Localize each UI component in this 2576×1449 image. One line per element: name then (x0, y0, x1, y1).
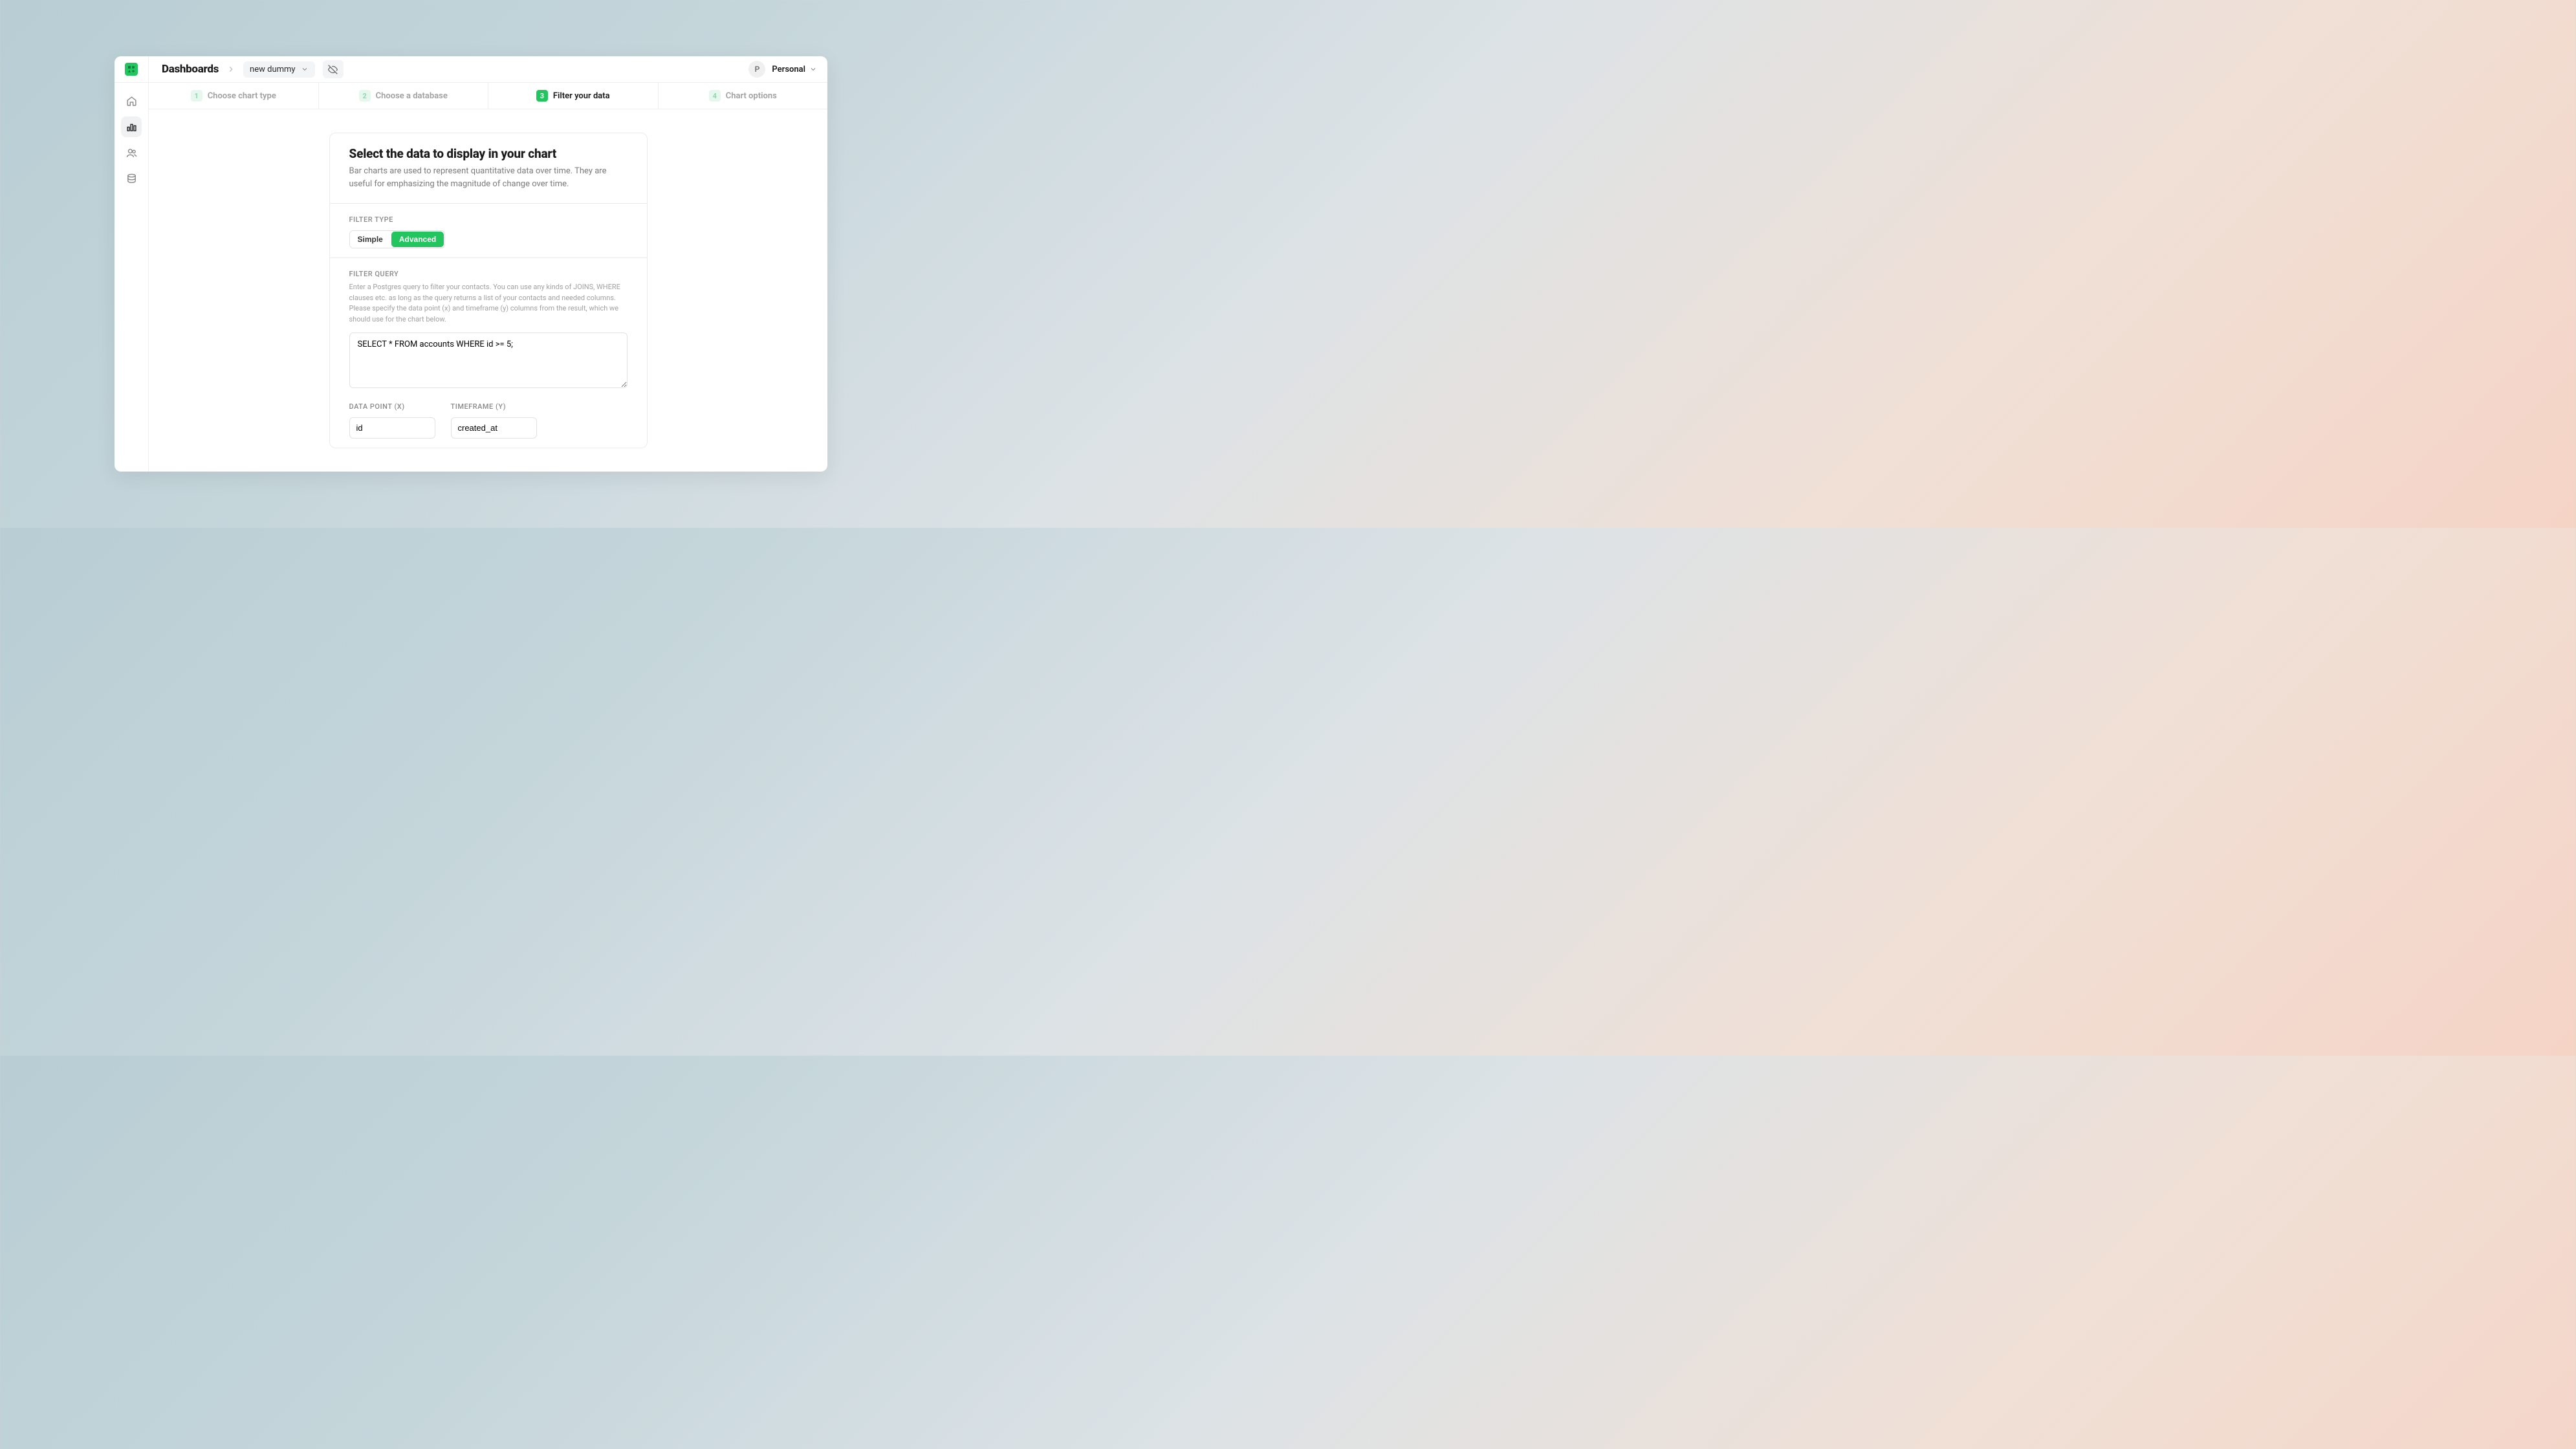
breadcrumb: Dashboards new dummy (149, 60, 344, 78)
timeframe-col: TIMEFRAME (Y) (451, 402, 537, 439)
sidebar-item-contacts[interactable] (121, 142, 142, 163)
step-filter-data[interactable]: 3 Filter your data (488, 83, 659, 109)
step-number: 2 (359, 90, 371, 102)
data-point-col: DATA POINT (X) (349, 402, 435, 439)
filter-query-section: FILTER QUERY Enter a Postgres query to f… (330, 258, 647, 448)
avatar[interactable]: P (748, 61, 765, 78)
filter-query-input[interactable] (349, 332, 628, 388)
database-icon (126, 173, 137, 184)
chevron-down-icon (809, 65, 817, 73)
filter-type-toggle: Simple Advanced (349, 230, 446, 248)
home-icon (126, 96, 137, 107)
chevron-right-icon (226, 65, 235, 74)
header: Dashboards new dummy P (115, 56, 827, 83)
step-chart-options[interactable]: 4 Chart options (659, 83, 828, 109)
chevron-down-icon (301, 65, 309, 73)
filter-query-label: FILTER QUERY (349, 270, 628, 278)
app-window: Dashboards new dummy P (115, 56, 827, 472)
users-icon (126, 147, 137, 158)
step-label: Chart options (726, 91, 777, 101)
filter-type-section: FILTER TYPE Simple Advanced (330, 204, 647, 258)
logo-container (115, 56, 149, 82)
step-number: 1 (191, 90, 202, 102)
card-header: Select the data to display in your chart… (330, 133, 647, 204)
content: Select the data to display in your chart… (149, 109, 827, 472)
header-left: Dashboards new dummy (115, 56, 344, 82)
bar-chart-icon (126, 122, 137, 133)
filter-type-advanced[interactable]: Advanced (391, 232, 444, 247)
sidebar-item-home[interactable] (121, 91, 142, 111)
page-title: Dashboards (162, 63, 219, 76)
filter-type-simple[interactable]: Simple (350, 231, 391, 248)
step-label: Choose chart type (208, 91, 276, 101)
timeframe-input[interactable] (451, 417, 537, 439)
main: 1 Choose chart type 2 Choose a database … (149, 83, 827, 472)
stepper: 1 Choose chart type 2 Choose a database … (149, 83, 827, 109)
filter-card: Select the data to display in your chart… (329, 133, 648, 448)
filter-type-label: FILTER TYPE (349, 215, 628, 224)
step-number: 4 (709, 90, 721, 102)
filter-query-help: Enter a Postgres query to filter your co… (349, 282, 628, 325)
step-label: Choose a database (376, 91, 448, 101)
step-label: Filter your data (553, 91, 610, 101)
workspace-name: Personal (772, 65, 805, 74)
avatar-initial: P (755, 65, 760, 74)
visibility-toggle-button[interactable] (323, 60, 344, 78)
sidebar-item-dashboards[interactable] (121, 116, 142, 137)
body: 1 Choose chart type 2 Choose a database … (115, 83, 827, 472)
timeframe-label: TIMEFRAME (Y) (451, 402, 537, 411)
sidebar (115, 83, 149, 472)
breadcrumb-dropdown[interactable]: new dummy (243, 61, 315, 78)
step-choose-chart-type[interactable]: 1 Choose chart type (149, 83, 319, 109)
data-point-label: DATA POINT (X) (349, 402, 435, 411)
breadcrumb-item-label: new dummy (250, 65, 296, 74)
header-right: P Personal (748, 61, 817, 78)
sidebar-item-databases[interactable] (121, 168, 142, 189)
data-point-input[interactable] (349, 417, 435, 439)
workspace-dropdown[interactable]: Personal (772, 65, 817, 74)
eye-off-icon (328, 65, 338, 74)
columns-row: DATA POINT (X) TIMEFRAME (Y) (349, 402, 628, 439)
app-logo[interactable] (125, 63, 138, 76)
card-subtitle: Bar charts are used to represent quantit… (349, 165, 628, 190)
card-title: Select the data to display in your chart (349, 146, 628, 161)
step-choose-database[interactable]: 2 Choose a database (319, 83, 489, 109)
step-number: 3 (536, 90, 548, 102)
